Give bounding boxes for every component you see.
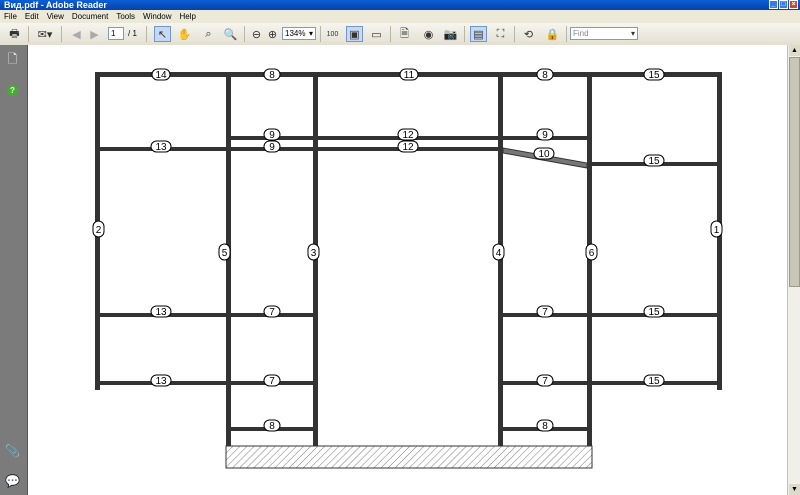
marquee-zoom-icon[interactable]: ⌕ xyxy=(200,26,217,42)
rotate-view-icon[interactable]: ⟲ xyxy=(520,26,537,42)
share-icon[interactable]: ✉▾ xyxy=(34,26,56,42)
toolbar-separator xyxy=(244,26,245,42)
select-tool-icon[interactable]: ↖ xyxy=(154,26,171,42)
title-bar: Вид.pdf - Adobe Reader _ □ × xyxy=(0,0,800,10)
search-pages-icon[interactable]: 🗎 xyxy=(396,26,413,42)
menu-view[interactable]: View xyxy=(43,12,68,21)
minimize-button[interactable]: _ xyxy=(769,0,778,9)
comments-icon[interactable]: 💬 xyxy=(5,473,20,488)
document-area[interactable] xyxy=(28,45,787,495)
scroll-down-icon[interactable]: ▼ xyxy=(789,484,800,495)
vertical-scrollbar[interactable]: ▲ ▼ xyxy=(787,45,800,495)
toolbar-separator xyxy=(464,26,465,42)
single-page-icon[interactable]: ▤ xyxy=(470,26,487,42)
zoom-out-icon[interactable]: ⊖ xyxy=(248,26,265,42)
close-button[interactable]: × xyxy=(789,0,798,9)
toolbar-separator xyxy=(61,26,62,42)
toolbar-separator xyxy=(146,26,147,42)
zoom-tool-icon[interactable]: 🔍 xyxy=(222,26,239,42)
previous-page-icon[interactable]: ◀ xyxy=(68,26,85,42)
menu-file[interactable]: File xyxy=(0,12,21,21)
toolbar-separator xyxy=(390,26,391,42)
chevron-down-icon: ▾ xyxy=(630,29,635,38)
menu-edit[interactable]: Edit xyxy=(21,12,43,21)
menu-help[interactable]: Help xyxy=(176,12,200,21)
toolbar-separator xyxy=(514,26,515,42)
chevron-down-icon: ▾ xyxy=(308,29,313,38)
find-placeholder: Find xyxy=(573,29,589,38)
menu-bar: File Edit View Document Tools Window Hel… xyxy=(0,10,800,23)
fit-page-icon[interactable]: ▣ xyxy=(346,26,363,42)
menu-tools[interactable]: Tools xyxy=(112,12,139,21)
actual-size-icon[interactable]: 100 xyxy=(324,26,341,42)
menu-window[interactable]: Window xyxy=(139,12,175,21)
pages-icon[interactable]: 🗋 xyxy=(5,52,20,68)
toolbar-separator xyxy=(566,26,567,42)
camera-icon[interactable]: 📷 xyxy=(442,26,459,42)
zoom-level-value: 134% xyxy=(285,29,306,38)
help-icon[interactable]: ? xyxy=(5,83,20,98)
print-icon[interactable]: 🖶 xyxy=(6,26,23,42)
scrollbar-thumb[interactable] xyxy=(789,57,800,287)
zoom-level-select[interactable]: 134% ▾ xyxy=(282,27,316,40)
next-page-icon[interactable]: ▶ xyxy=(86,26,103,42)
page-total-label: / 1 xyxy=(128,29,137,38)
scroll-up-icon[interactable]: ▲ xyxy=(789,45,800,56)
navigation-panel: 🗋 ? 📎 💬 xyxy=(0,45,28,495)
fit-width-icon[interactable]: ▭ xyxy=(368,26,385,42)
hand-tool-icon[interactable]: ✋ xyxy=(176,26,193,42)
toolbar-separator xyxy=(28,26,29,42)
snapshot-tool-icon[interactable]: ◉ xyxy=(420,26,437,42)
maximize-button[interactable]: □ xyxy=(779,0,788,9)
find-input[interactable]: Find ▾ xyxy=(570,27,638,40)
attachments-icon[interactable]: 📎 xyxy=(5,443,20,458)
page-number-input[interactable]: 1 xyxy=(108,27,124,40)
window-title: Вид.pdf - Adobe Reader xyxy=(4,0,107,10)
menu-document[interactable]: Document xyxy=(68,12,112,21)
zoom-in-icon[interactable]: ⊕ xyxy=(264,26,281,42)
lock-icon[interactable]: 🔒 xyxy=(544,26,561,42)
toolbar: 🖶 ✉▾ ◀ ▶ 1 / 1 ↖ ✋ ⌕ 🔍 ⊖ ⊕ 134% ▾ 100 ▣ … xyxy=(0,23,800,46)
toolbar-separator xyxy=(320,26,321,42)
full-screen-icon[interactable]: ⛶ xyxy=(492,26,509,42)
